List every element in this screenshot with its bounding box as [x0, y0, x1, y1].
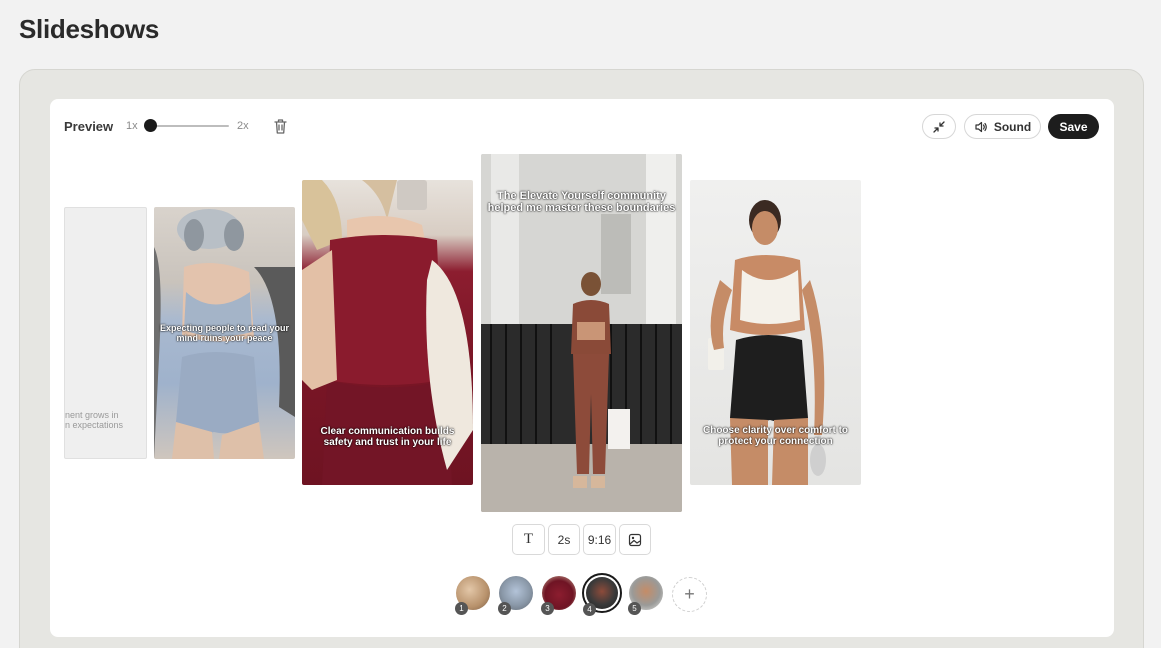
- zoom-slider-handle[interactable]: [144, 119, 157, 132]
- thumbnail-4-selected[interactable]: 4: [582, 573, 622, 616]
- duration-button[interactable]: 2s: [548, 524, 580, 555]
- trash-icon[interactable]: [272, 117, 289, 135]
- sound-label: Sound: [993, 119, 1032, 134]
- image-tool-button[interactable]: [619, 524, 651, 555]
- add-slide-button[interactable]: +: [672, 577, 707, 612]
- thumbnail-number: 3: [541, 602, 554, 615]
- thumbnail-3[interactable]: 3: [541, 576, 576, 615]
- image-icon: [628, 533, 642, 546]
- thumbnail-number: 4: [583, 603, 596, 616]
- sound-button[interactable]: Sound: [964, 114, 1041, 139]
- zoom-slider-track[interactable]: [150, 125, 229, 127]
- collapse-icon: [933, 120, 945, 133]
- slide-caption: Choose clarity over comfort to protect y…: [702, 425, 849, 447]
- thumbnail-number: 1: [455, 602, 468, 615]
- slide-5-partial[interactable]: nent grows in n expectations: [64, 207, 147, 459]
- thumbnail-1[interactable]: 1: [455, 576, 490, 615]
- slide-3-selected[interactable]: The Elevate Yourself community helped me…: [481, 154, 682, 512]
- preview-label: Preview: [64, 119, 114, 134]
- zoom-min-label: 1x: [126, 120, 138, 132]
- aspect-ratio-button[interactable]: 9:16: [583, 524, 616, 555]
- slide-caption: nent grows in n expectations: [65, 410, 124, 430]
- thumbnail-5[interactable]: 5: [628, 576, 663, 615]
- plus-icon: +: [684, 584, 695, 604]
- slide-caption: The Elevate Yourself community helped me…: [487, 190, 676, 214]
- slide-1[interactable]: Expecting people to read your mind ruins…: [154, 207, 295, 459]
- slide-2[interactable]: Clear communication builds safety and tr…: [302, 180, 473, 485]
- zoom-max-label: 2x: [237, 120, 249, 132]
- thumbnail-number: 2: [498, 602, 511, 615]
- text-tool-button[interactable]: T: [512, 524, 545, 555]
- text-icon: T: [523, 531, 534, 547]
- save-button[interactable]: Save: [1048, 114, 1099, 139]
- thumbnail-2[interactable]: 2: [498, 576, 533, 615]
- speaker-icon: [975, 121, 987, 132]
- page-title: Slideshows: [19, 14, 160, 44]
- slide-caption: Expecting people to read your mind ruins…: [159, 323, 290, 343]
- collapse-button[interactable]: [922, 114, 956, 139]
- slide-4[interactable]: Choose clarity over comfort to protect y…: [690, 180, 861, 485]
- thumbnail-number: 5: [628, 602, 641, 615]
- slide-caption: Clear communication builds safety and tr…: [320, 426, 455, 448]
